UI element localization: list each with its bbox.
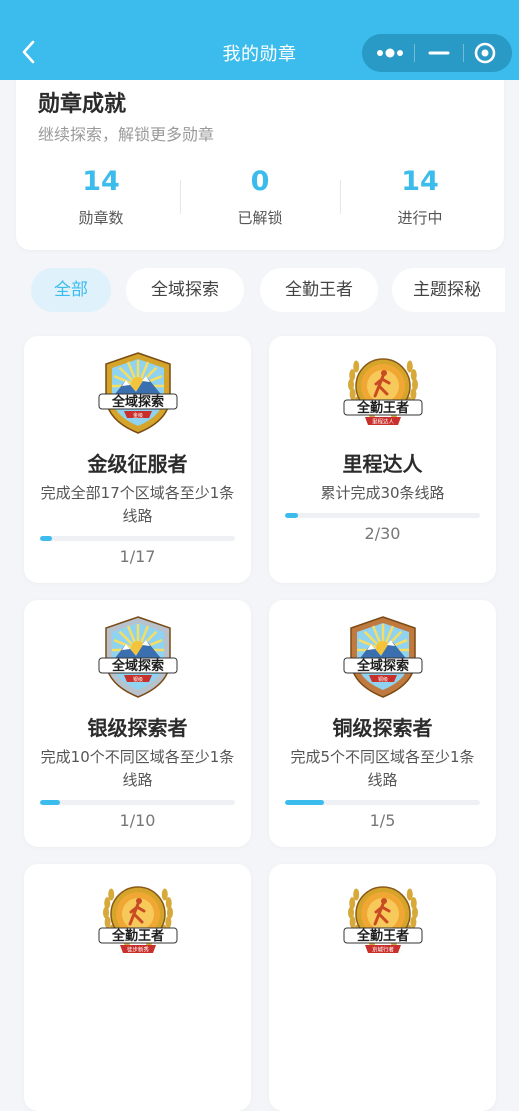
badge-description: 累计完成30条线路	[320, 484, 445, 502]
target-close-icon	[474, 42, 496, 64]
achievement-summary-card: 勋章成就 继续探索，解锁更多勋章 14 勋章数 0 已解锁 14 进行中	[16, 60, 504, 250]
badge-description: 完成10个不同区域各至少1条线路	[40, 748, 235, 789]
svg-text:徒步新秀: 徒步新秀	[127, 946, 150, 954]
badge-progress-text: 1/17	[119, 547, 156, 566]
badge-progress-text: 1/5	[369, 811, 396, 830]
badge-card[interactable]: 全勤王者里程达人 里程达人 累计完成30条线路 2/30	[269, 336, 496, 583]
stat-label: 勋章数	[78, 209, 124, 227]
badge-card[interactable]: 全勤王者 徒步新秀	[24, 864, 251, 1111]
badge-progress-bar	[285, 800, 480, 805]
stat-value: 0	[250, 166, 270, 197]
svg-text:全域探索: 全域探索	[356, 658, 409, 674]
badge-progress-fill	[285, 800, 324, 805]
badge-name: 银级探索者	[87, 716, 188, 740]
tab-all[interactable]: 全部	[31, 268, 111, 312]
mini-program-capsule	[362, 34, 512, 72]
badge-card[interactable]: 全域探索银级 银级探索者 完成10个不同区域各至少1条线路 1/10	[24, 600, 251, 847]
badge-description: 完成5个不同区域各至少1条线路	[290, 748, 475, 789]
svg-text:银级: 银级	[133, 676, 143, 683]
badge-name: 铜级探索者	[332, 716, 433, 740]
badge-name: 金级征服者	[87, 452, 188, 476]
badge-emblem-icon: 全域探索金级	[98, 352, 178, 434]
stat-value: 14	[401, 166, 439, 197]
badge-progress-fill	[40, 800, 60, 805]
badge-progress-text: 2/30	[364, 524, 401, 543]
badge-card[interactable]: 全域探索铜级 铜级探索者 完成5个不同区域各至少1条线路 1/5	[269, 600, 496, 847]
more-button[interactable]	[364, 34, 414, 72]
badge-emblem-icon: 全勤王者里程达人	[343, 358, 423, 426]
title-bar: 我的勋章	[0, 0, 519, 80]
svg-text:金级: 金级	[133, 412, 143, 419]
badge-emblem-icon: 全域探索铜级	[343, 616, 423, 698]
badge-card[interactable]: 全域探索金级 金级征服者 完成全部17个区域各至少1条线路 1/17	[24, 336, 251, 583]
minimize-icon	[428, 51, 450, 55]
badge-progress-bar	[40, 800, 235, 805]
svg-text:全勤王者: 全勤王者	[356, 400, 409, 416]
badge-progress-bar	[40, 536, 235, 541]
badge-description: 完成全部17个区域各至少1条线路	[40, 484, 235, 525]
svg-text:全域探索: 全域探索	[111, 394, 164, 410]
badge-progress-bar	[285, 513, 480, 518]
badge-card[interactable]: 全勤王者 京城行者	[269, 864, 496, 1111]
badge-progress-text: 1/10	[119, 811, 156, 830]
tab-theme-explore[interactable]: 主题探秘	[392, 268, 505, 312]
category-tabs: 全部 全域探索 全勤王者 主题探秘	[0, 268, 519, 312]
summary-title: 勋章成就	[38, 92, 127, 117]
badge-progress-fill	[285, 513, 299, 518]
badge-emblem-icon: 全勤王者京城行者	[343, 886, 423, 954]
svg-text:铜级: 铜级	[378, 676, 388, 683]
badge-emblem-icon: 全勤王者徒步新秀	[98, 886, 178, 954]
svg-text:全勤王者: 全勤王者	[356, 928, 409, 944]
minimize-button[interactable]	[414, 34, 464, 72]
badge-emblem-icon: 全域探索银级	[98, 616, 178, 698]
stat-total: 14 勋章数	[21, 165, 181, 228]
summary-subtitle: 继续探索，解锁更多勋章	[38, 125, 215, 144]
stat-label: 已解锁	[237, 209, 283, 227]
more-dots-icon	[377, 48, 403, 58]
badge-name: 里程达人	[342, 452, 423, 476]
stat-in-progress: 14 进行中	[340, 165, 500, 228]
tab-region-explore[interactable]: 全域探索	[126, 268, 244, 312]
svg-text:全勤王者: 全勤王者	[111, 928, 164, 944]
stat-value: 14	[82, 166, 120, 197]
svg-text:里程达人: 里程达人	[372, 418, 395, 426]
svg-text:京城行者: 京城行者	[372, 946, 395, 954]
tab-attendance-king[interactable]: 全勤王者	[260, 268, 378, 312]
close-button[interactable]	[462, 34, 512, 72]
badge-progress-fill	[40, 536, 52, 541]
stat-unlocked: 0 已解锁	[180, 165, 340, 228]
svg-text:全域探索: 全域探索	[111, 658, 164, 674]
stat-label: 进行中	[397, 209, 443, 227]
